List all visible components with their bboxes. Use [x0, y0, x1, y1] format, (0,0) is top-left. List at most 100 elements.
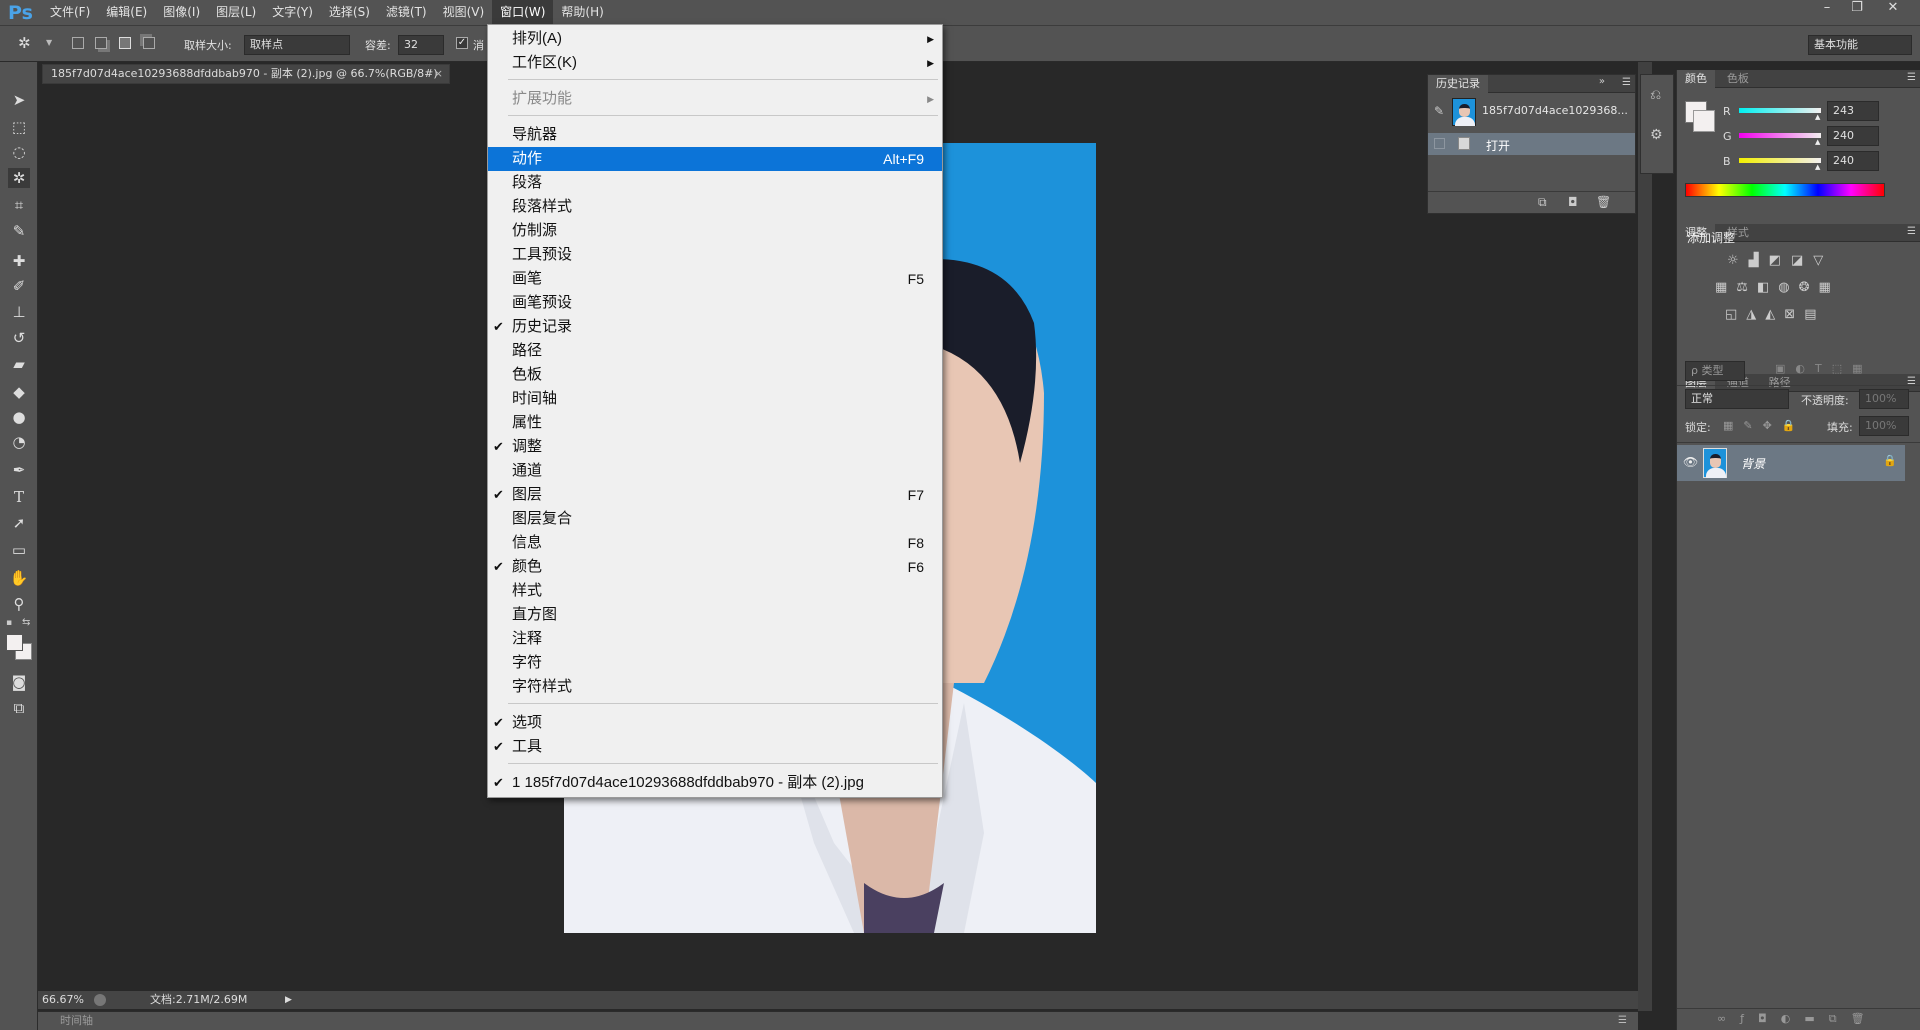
- trash-icon[interactable]: 🗑: [1596, 195, 1611, 209]
- menu-item-history[interactable]: ✔ 历史记录: [488, 315, 942, 339]
- menu-layer[interactable]: 图层(L): [208, 0, 264, 25]
- clone-stamp-tool-icon[interactable]: ⊥: [8, 302, 30, 322]
- new-layer-icon[interactable]: ⧉: [1829, 1012, 1851, 1025]
- exposure-icon[interactable]: ◪: [1791, 253, 1813, 268]
- layer-row-background[interactable]: 👁 背景 🔒: [1677, 445, 1905, 481]
- link-layers-icon[interactable]: ∞: [1717, 1012, 1740, 1025]
- green-slider[interactable]: [1739, 133, 1821, 138]
- menu-item-channels[interactable]: 通道: [488, 459, 942, 483]
- red-value-input[interactable]: 243: [1827, 101, 1879, 121]
- timeline-panel-menu-icon[interactable]: ☰: [1618, 1012, 1627, 1030]
- menu-edit[interactable]: 编辑(E): [98, 0, 155, 25]
- brightness-icon[interactable]: ☼: [1727, 253, 1749, 268]
- close-window-button[interactable]: ✕: [1878, 0, 1908, 18]
- color-panel-menu-icon[interactable]: ☰: [1907, 72, 1916, 83]
- eraser-tool-icon[interactable]: ▰: [8, 354, 30, 374]
- menu-item-options[interactable]: ✔ 选项: [488, 711, 942, 735]
- menu-window[interactable]: 窗口(W): [492, 0, 554, 25]
- brush-tool-icon[interactable]: ✐: [8, 276, 30, 296]
- collapse-panel-icon[interactable]: »: [1599, 76, 1605, 87]
- color-spectrum-ramp[interactable]: [1685, 183, 1885, 197]
- lock-icons[interactable]: ▦✎✥🔒: [1723, 419, 1806, 432]
- type-tool-icon[interactable]: T: [8, 487, 30, 507]
- blue-slider[interactable]: [1739, 158, 1821, 163]
- menu-select[interactable]: 选择(S): [321, 0, 378, 25]
- posterize-icon[interactable]: ◮: [1746, 307, 1765, 322]
- workspace-switcher[interactable]: 基本功能: [1808, 35, 1912, 55]
- layer-name[interactable]: 背景: [1741, 455, 1765, 472]
- menu-item-workspace[interactable]: 工作区(K) ▶: [488, 51, 942, 75]
- menu-item-histogram[interactable]: 直方图: [488, 603, 942, 627]
- red-slider[interactable]: [1739, 108, 1821, 113]
- blur-tool-icon[interactable]: ●: [8, 407, 30, 427]
- menu-item-paragraph-styles[interactable]: 段落样式: [488, 195, 942, 219]
- menu-item-paragraph[interactable]: 段落: [488, 171, 942, 195]
- menu-item-timeline[interactable]: 时间轴: [488, 387, 942, 411]
- fx-icon[interactable]: ƒ: [1740, 1012, 1758, 1025]
- magic-wand-preset-icon[interactable]: ✲: [18, 34, 40, 54]
- add-selection-icon[interactable]: [95, 37, 107, 49]
- threshold-icon[interactable]: ◭: [1765, 307, 1784, 322]
- menu-item-styles[interactable]: 样式: [488, 579, 942, 603]
- dodge-tool-icon[interactable]: ◔: [8, 432, 30, 452]
- color-lookup-icon[interactable]: ▦: [1819, 280, 1840, 295]
- status-export-icon[interactable]: [94, 994, 106, 1006]
- gradient-map-icon[interactable]: ▤: [1804, 307, 1825, 322]
- menu-item-paths[interactable]: 路径: [488, 339, 942, 363]
- color-balance-icon[interactable]: ⚖: [1736, 280, 1757, 295]
- menu-item-arrange[interactable]: 排列(A) ▶: [488, 27, 942, 51]
- delete-layer-icon[interactable]: 🗑: [1851, 1012, 1879, 1025]
- magic-wand-tool-icon[interactable]: ✲: [8, 168, 30, 188]
- default-colors-icon[interactable]: ▪: [6, 618, 12, 628]
- add-mask-icon[interactable]: ◘: [1758, 1012, 1781, 1025]
- menu-item-brush[interactable]: 画笔 F5: [488, 267, 942, 291]
- fill-input[interactable]: 100%: [1859, 416, 1909, 436]
- swatches-tab[interactable]: 色板: [1719, 70, 1757, 88]
- opacity-input[interactable]: 100%: [1859, 389, 1909, 409]
- menu-item-navigator[interactable]: 导航器: [488, 123, 942, 147]
- adjustment-icons-row-2[interactable]: ▦⚖◧◍❂▦: [1715, 280, 1895, 300]
- channel-mixer-icon[interactable]: ❂: [1799, 280, 1819, 295]
- menu-item-character-styles[interactable]: 字符样式: [488, 675, 942, 699]
- hand-tool-icon[interactable]: ✋: [8, 568, 30, 588]
- menu-filter[interactable]: 滤镜(T): [378, 0, 435, 25]
- photo-filter-icon[interactable]: ◍: [1778, 280, 1798, 295]
- close-document-icon[interactable]: ×: [434, 65, 443, 83]
- menu-item-info[interactable]: 信息 F8: [488, 531, 942, 555]
- canvas-scrollbar[interactable]: [1638, 62, 1652, 1011]
- move-tool-icon[interactable]: ➤: [8, 90, 30, 110]
- eyedropper-tool-icon[interactable]: ✎: [8, 221, 30, 241]
- healing-brush-tool-icon[interactable]: ✚: [8, 251, 30, 271]
- history-brush-source-icon[interactable]: ✎: [1434, 104, 1444, 118]
- history-source-checkbox[interactable]: [1434, 138, 1445, 149]
- green-slider-handle[interactable]: ▲: [1815, 138, 1820, 146]
- history-panel-menu-icon[interactable]: ☰: [1622, 77, 1631, 88]
- zoom-level[interactable]: 66.67%: [42, 991, 84, 1009]
- curves-icon[interactable]: ◩: [1769, 253, 1791, 268]
- eye-icon[interactable]: 👁: [1683, 455, 1698, 469]
- marquee-tool-icon[interactable]: ⬚: [8, 117, 30, 137]
- paint-bucket-tool-icon[interactable]: ◆: [8, 382, 30, 402]
- history-state-row[interactable]: 打开: [1428, 133, 1635, 155]
- status-menu-arrow-icon[interactable]: ▶: [285, 991, 292, 1009]
- intersect-selection-icon[interactable]: [143, 37, 155, 49]
- path-selection-tool-icon[interactable]: ➚: [8, 513, 30, 533]
- blend-mode-select[interactable]: 正常: [1685, 389, 1789, 409]
- document-tab[interactable]: 185f7d07d4ace10293688dfddbab970 - 副本 (2)…: [42, 64, 450, 84]
- menu-item-properties[interactable]: 属性: [488, 411, 942, 435]
- tolerance-input[interactable]: 32: [398, 35, 444, 55]
- menu-file[interactable]: 文件(F): [42, 0, 98, 25]
- history-tab[interactable]: 历史记录: [1428, 75, 1488, 93]
- adjustment-icons-row-3[interactable]: ◱◮◭⊠▤: [1725, 307, 1895, 327]
- background-color-chip[interactable]: [1693, 110, 1715, 132]
- selective-color-icon[interactable]: ⊠: [1784, 307, 1804, 322]
- lasso-tool-icon[interactable]: ◌: [8, 142, 30, 162]
- menu-item-layers[interactable]: ✔ 图层 F7: [488, 483, 942, 507]
- screen-mode-icon[interactable]: ⧉: [8, 698, 30, 718]
- history-dock-icon[interactable]: ⎌: [1650, 87, 1661, 103]
- levels-icon[interactable]: ▟: [1749, 253, 1769, 268]
- menu-item-swatches[interactable]: 色板: [488, 363, 942, 387]
- foreground-color-swatch[interactable]: [6, 634, 23, 651]
- menu-item-tools[interactable]: ✔ 工具: [488, 735, 942, 759]
- menu-image[interactable]: 图像(I): [155, 0, 208, 25]
